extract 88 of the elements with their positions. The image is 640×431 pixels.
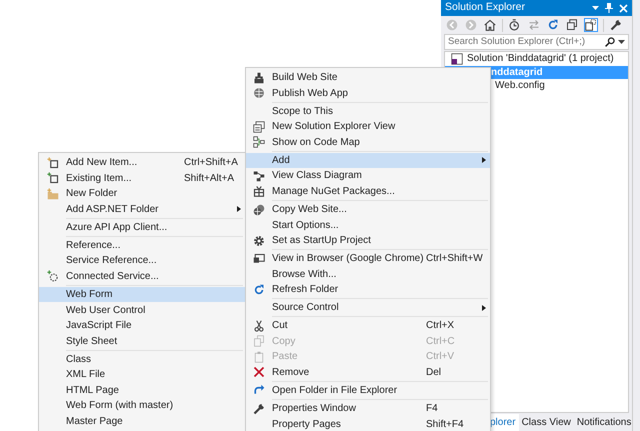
menu-item[interactable]: Style Sheet: [39, 333, 245, 349]
shortcut-text: Ctrl+Shift+A: [184, 157, 238, 168]
menu-item[interactable]: Properties Window F4: [246, 400, 490, 416]
home-button[interactable]: [483, 18, 497, 32]
new-item-icon: [46, 156, 58, 169]
menu-item[interactable]: Cut Ctrl+X: [246, 318, 490, 334]
menu-item[interactable]: Add New Item... Ctrl+Shift+A: [39, 155, 245, 170]
globe-icon: [253, 204, 265, 216]
menu-item[interactable]: Browse With...: [246, 266, 490, 282]
menu-item[interactable]: Add: [246, 152, 490, 168]
dropdown-icon[interactable]: [618, 40, 625, 44]
menu-item[interactable]: Scope to This: [246, 104, 490, 120]
arrow-icon: [253, 384, 265, 396]
menu-item[interactable]: Master Page: [39, 413, 245, 429]
menu-item[interactable]: Add ASP.NET Folder: [39, 202, 245, 217]
menu-item[interactable]: Start Options...: [246, 217, 490, 233]
menu-item[interactable]: Show on Code Map: [246, 134, 490, 150]
menu-item[interactable]: Set as StartUp Project: [246, 232, 490, 248]
search-icon: [605, 37, 615, 47]
tree-label: nddatagrid: [491, 66, 543, 80]
delete-icon: [253, 366, 265, 378]
menu-item[interactable]: Connected Service...: [39, 268, 245, 284]
shortcut-text: Ctrl+X: [426, 320, 454, 332]
tree-label: Web.config: [495, 79, 545, 94]
shortcut-text: F4: [426, 403, 438, 414]
menu-item[interactable]: Remove Del: [246, 364, 490, 380]
build-icon: [253, 72, 265, 84]
menu-item[interactable]: Class: [39, 351, 245, 367]
window-icon: [253, 120, 265, 133]
menu-item[interactable]: Reference...: [39, 238, 245, 254]
tree-item[interactable]: Solution 'Binddatagrid' (1 project): [445, 52, 628, 66]
menu-item[interactable]: Copy Web Site...: [246, 202, 490, 218]
menu-item[interactable]: Service Reference...: [39, 253, 245, 269]
panel-tab[interactable]: Class View: [518, 414, 574, 431]
submenu-arrow-icon: [482, 304, 486, 311]
menu-item[interactable]: HTML Page: [39, 382, 245, 398]
menu-item[interactable]: Web User Control: [39, 302, 245, 318]
menu-item[interactable]: Manage NuGet Packages...: [246, 184, 490, 200]
close-icon[interactable]: [619, 4, 628, 12]
folder-icon: [46, 188, 58, 200]
globe-icon: [253, 87, 265, 100]
menu-item[interactable]: JavaScript File: [39, 318, 245, 334]
shortcut-text: Ctrl+Shift+W: [426, 253, 483, 264]
tree-label: Solution 'Binddatagrid' (1 project): [467, 52, 614, 66]
dropdown-icon[interactable]: [592, 6, 599, 10]
scissors-icon: [253, 320, 265, 332]
refresh-button[interactable]: [546, 18, 560, 32]
menu-item[interactable]: Existing Item... Shift+Alt+A: [39, 170, 245, 186]
browser-icon: [253, 252, 265, 265]
pin-icon[interactable]: [605, 3, 613, 13]
menu-item[interactable]: Open Folder in File Explorer: [246, 382, 490, 398]
menu-item[interactable]: New Folder: [39, 186, 245, 202]
diagram-icon: [253, 136, 265, 148]
shortcut-text: Shift+F4: [426, 418, 464, 430]
shortcut-text: Ctrl+V: [426, 351, 454, 362]
menu-item[interactable]: Property Pages Shift+F4: [246, 416, 490, 431]
clipboard-icon: [253, 350, 265, 363]
service-icon: [46, 270, 58, 282]
submenu-arrow-icon: [237, 206, 241, 212]
submenu-arrow-icon: [482, 157, 486, 164]
sync-button[interactable]: [527, 18, 541, 32]
menu-item[interactable]: New Solution Explorer View: [246, 119, 490, 135]
menu-item[interactable]: View Class Diagram: [246, 168, 490, 184]
show-all-files-button[interactable]: [584, 18, 598, 32]
menu-item[interactable]: Refresh Folder: [246, 282, 490, 298]
menu-item[interactable]: Web Form: [39, 286, 245, 302]
gear-icon: [253, 234, 265, 247]
panel-tab[interactable]: Notifications: [574, 414, 634, 431]
existing-item-icon: [46, 172, 58, 184]
refresh-icon: [253, 284, 265, 296]
menu-item[interactable]: XML File: [39, 366, 245, 382]
shortcut-text: Ctrl+C: [426, 336, 455, 347]
history-button[interactable]: [508, 18, 522, 32]
diagram-icon: [253, 170, 265, 182]
search-field[interactable]: Search Solution Explorer (Ctrl+;): [444, 34, 629, 50]
menu-item[interactable]: Publish Web App: [246, 86, 490, 101]
panel-title: Solution Explorer: [445, 0, 526, 16]
menu-item[interactable]: Azure API App Client...: [39, 220, 245, 236]
collapse-button[interactable]: [565, 18, 579, 32]
wrench-icon: [253, 402, 265, 414]
package-icon: [253, 185, 265, 198]
copy-icon: [253, 335, 265, 348]
shortcut-text: Shift+Alt+A: [184, 172, 234, 184]
menu-item[interactable]: Web Form (with master): [39, 398, 245, 414]
shortcut-text: Del: [426, 366, 442, 378]
menu-item[interactable]: Source Control: [246, 300, 490, 316]
menu-item[interactable]: View in Browser (Google Chrome) Ctrl+Shift+W: [246, 250, 490, 266]
settings-button[interactable]: [609, 18, 623, 32]
